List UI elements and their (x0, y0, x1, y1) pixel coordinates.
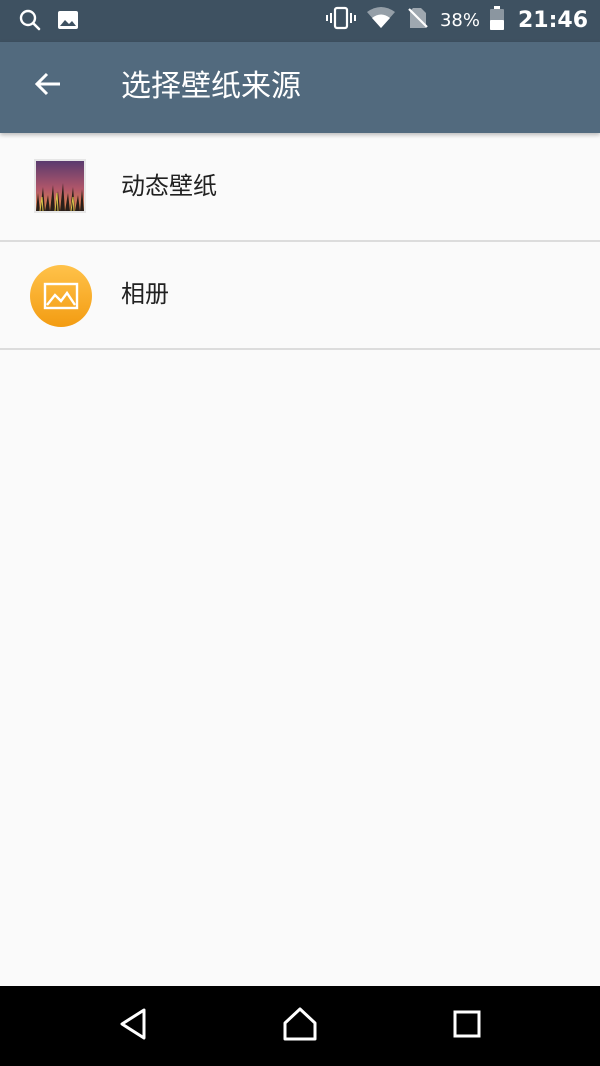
wifi-icon (366, 6, 396, 34)
nav-recents-button[interactable] (437, 996, 497, 1056)
recents-nav-icon (452, 1009, 482, 1043)
nav-home-button[interactable] (270, 996, 330, 1056)
navigation-bar (0, 986, 600, 1066)
status-time: 21:46 (517, 7, 588, 33)
page-title: 选择壁纸来源 (121, 69, 301, 104)
list-item-label: 相册 (121, 280, 169, 308)
live-wallpaper-icon (30, 157, 90, 217)
battery-icon (489, 6, 504, 34)
home-nav-icon (282, 1006, 318, 1046)
list-item-label: 动态壁纸 (121, 172, 217, 200)
gallery-icon (30, 265, 92, 327)
nav-back-button[interactable] (103, 996, 163, 1056)
app-bar: 选择壁纸来源 (0, 42, 600, 133)
vibrate-icon (325, 6, 356, 34)
search-icon (18, 8, 42, 36)
back-nav-icon (116, 1007, 150, 1045)
back-button[interactable] (24, 62, 72, 110)
list-item-live-wallpaper[interactable]: 动态壁纸 (0, 134, 600, 242)
status-bar: 38% 21:46 (0, 0, 600, 42)
arrow-back-icon (32, 68, 64, 104)
no-sim-icon (406, 6, 430, 34)
battery-percent: 38% (439, 9, 480, 31)
wallpaper-source-list: 动态壁纸 相册 (0, 134, 600, 350)
list-item-gallery[interactable]: 相册 (0, 242, 600, 350)
image-icon (56, 8, 80, 36)
